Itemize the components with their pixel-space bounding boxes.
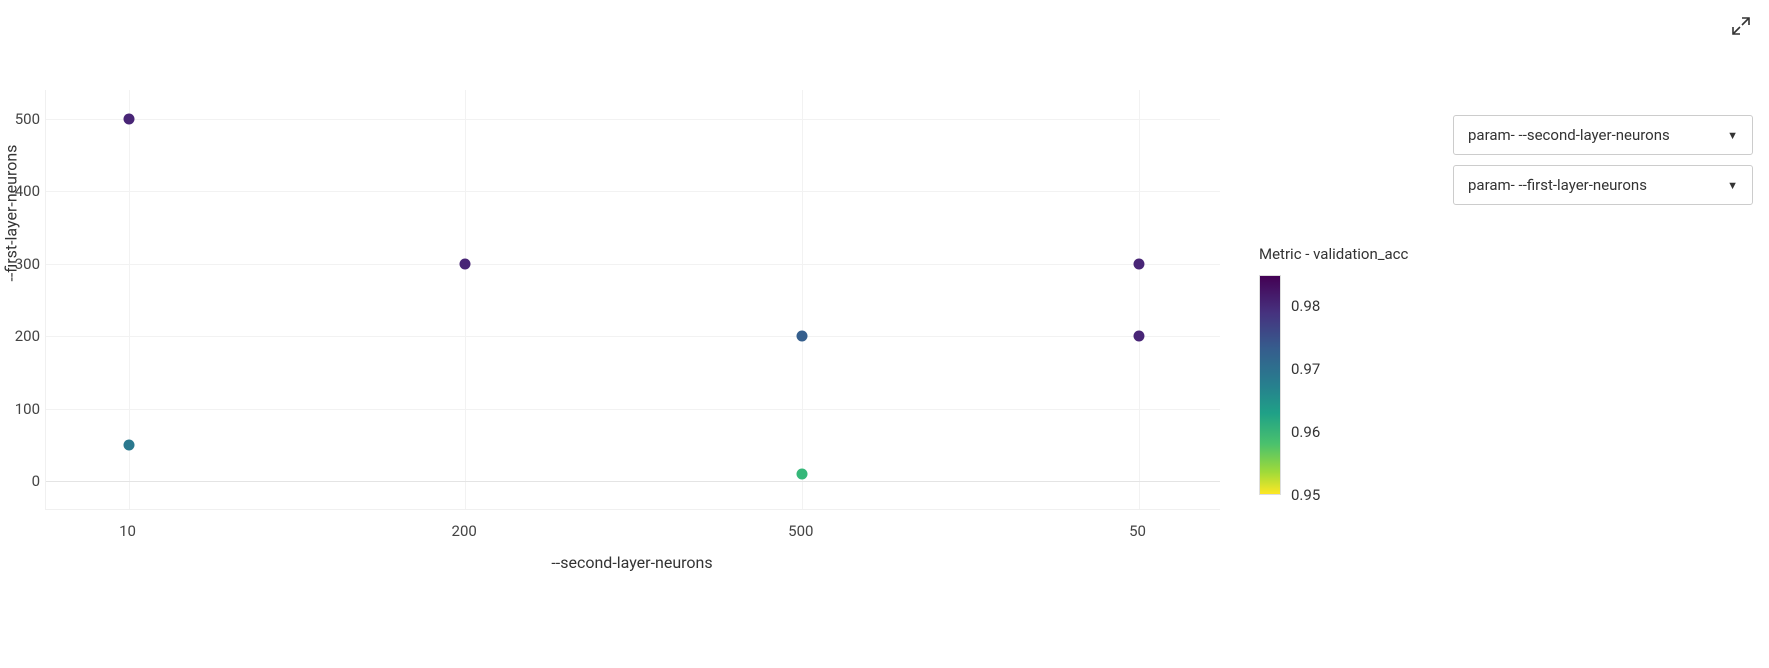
chevron-down-icon: ▼ xyxy=(1727,179,1738,192)
colorbar-gradient xyxy=(1259,275,1281,495)
colorbar-tick: 0.96 xyxy=(1291,423,1320,441)
gridline-h xyxy=(46,481,1220,482)
x-tick-label: 50 xyxy=(1129,522,1146,540)
y-axis-selector-label: param- --first-layer-neurons xyxy=(1468,176,1647,194)
colorbar-title: Metric - validation_acc xyxy=(1259,245,1529,263)
x-tick-label: 500 xyxy=(788,522,813,540)
plot-area[interactable] xyxy=(45,90,1220,510)
colorbar-ticks: 0.980.970.960.95 xyxy=(1291,275,1351,495)
gridline-v xyxy=(465,90,466,509)
y-tick-label: 200 xyxy=(0,327,40,345)
data-point[interactable] xyxy=(796,468,807,479)
data-point[interactable] xyxy=(123,113,134,124)
y-tick-label: 300 xyxy=(0,255,40,273)
colorbar-tick: 0.95 xyxy=(1291,486,1320,504)
gridline-h xyxy=(46,119,1220,120)
colorbar-tick: 0.97 xyxy=(1291,360,1320,378)
x-axis-selector-label: param- --second-layer-neurons xyxy=(1468,126,1670,144)
scatter-chart xyxy=(45,90,1220,510)
x-tick-label: 200 xyxy=(452,522,477,540)
gridline-v xyxy=(802,90,803,509)
data-point[interactable] xyxy=(123,439,134,450)
gridline-h xyxy=(46,191,1220,192)
y-tick-label: 100 xyxy=(0,400,40,418)
y-axis-selector[interactable]: param- --first-layer-neurons ▼ xyxy=(1453,165,1753,205)
colorbar: Metric - validation_acc 0.980.970.960.95 xyxy=(1259,245,1529,495)
data-point[interactable] xyxy=(796,331,807,342)
y-tick-label: 400 xyxy=(0,182,40,200)
chevron-down-icon: ▼ xyxy=(1727,129,1738,142)
y-tick-label: 0 xyxy=(0,472,40,490)
x-axis-selector[interactable]: param- --second-layer-neurons ▼ xyxy=(1453,115,1753,155)
data-point[interactable] xyxy=(1133,331,1144,342)
gridline-h xyxy=(46,264,1220,265)
x-axis-label: --second-layer-neurons xyxy=(551,553,712,572)
gridline-h xyxy=(46,409,1220,410)
gridline-v xyxy=(1139,90,1140,509)
x-tick-label: 10 xyxy=(119,522,136,540)
gridline-h xyxy=(46,336,1220,337)
data-point[interactable] xyxy=(460,258,471,269)
y-tick-label: 500 xyxy=(0,110,40,128)
data-point[interactable] xyxy=(1133,258,1144,269)
colorbar-tick: 0.98 xyxy=(1291,297,1320,315)
expand-icon[interactable] xyxy=(1731,16,1751,40)
